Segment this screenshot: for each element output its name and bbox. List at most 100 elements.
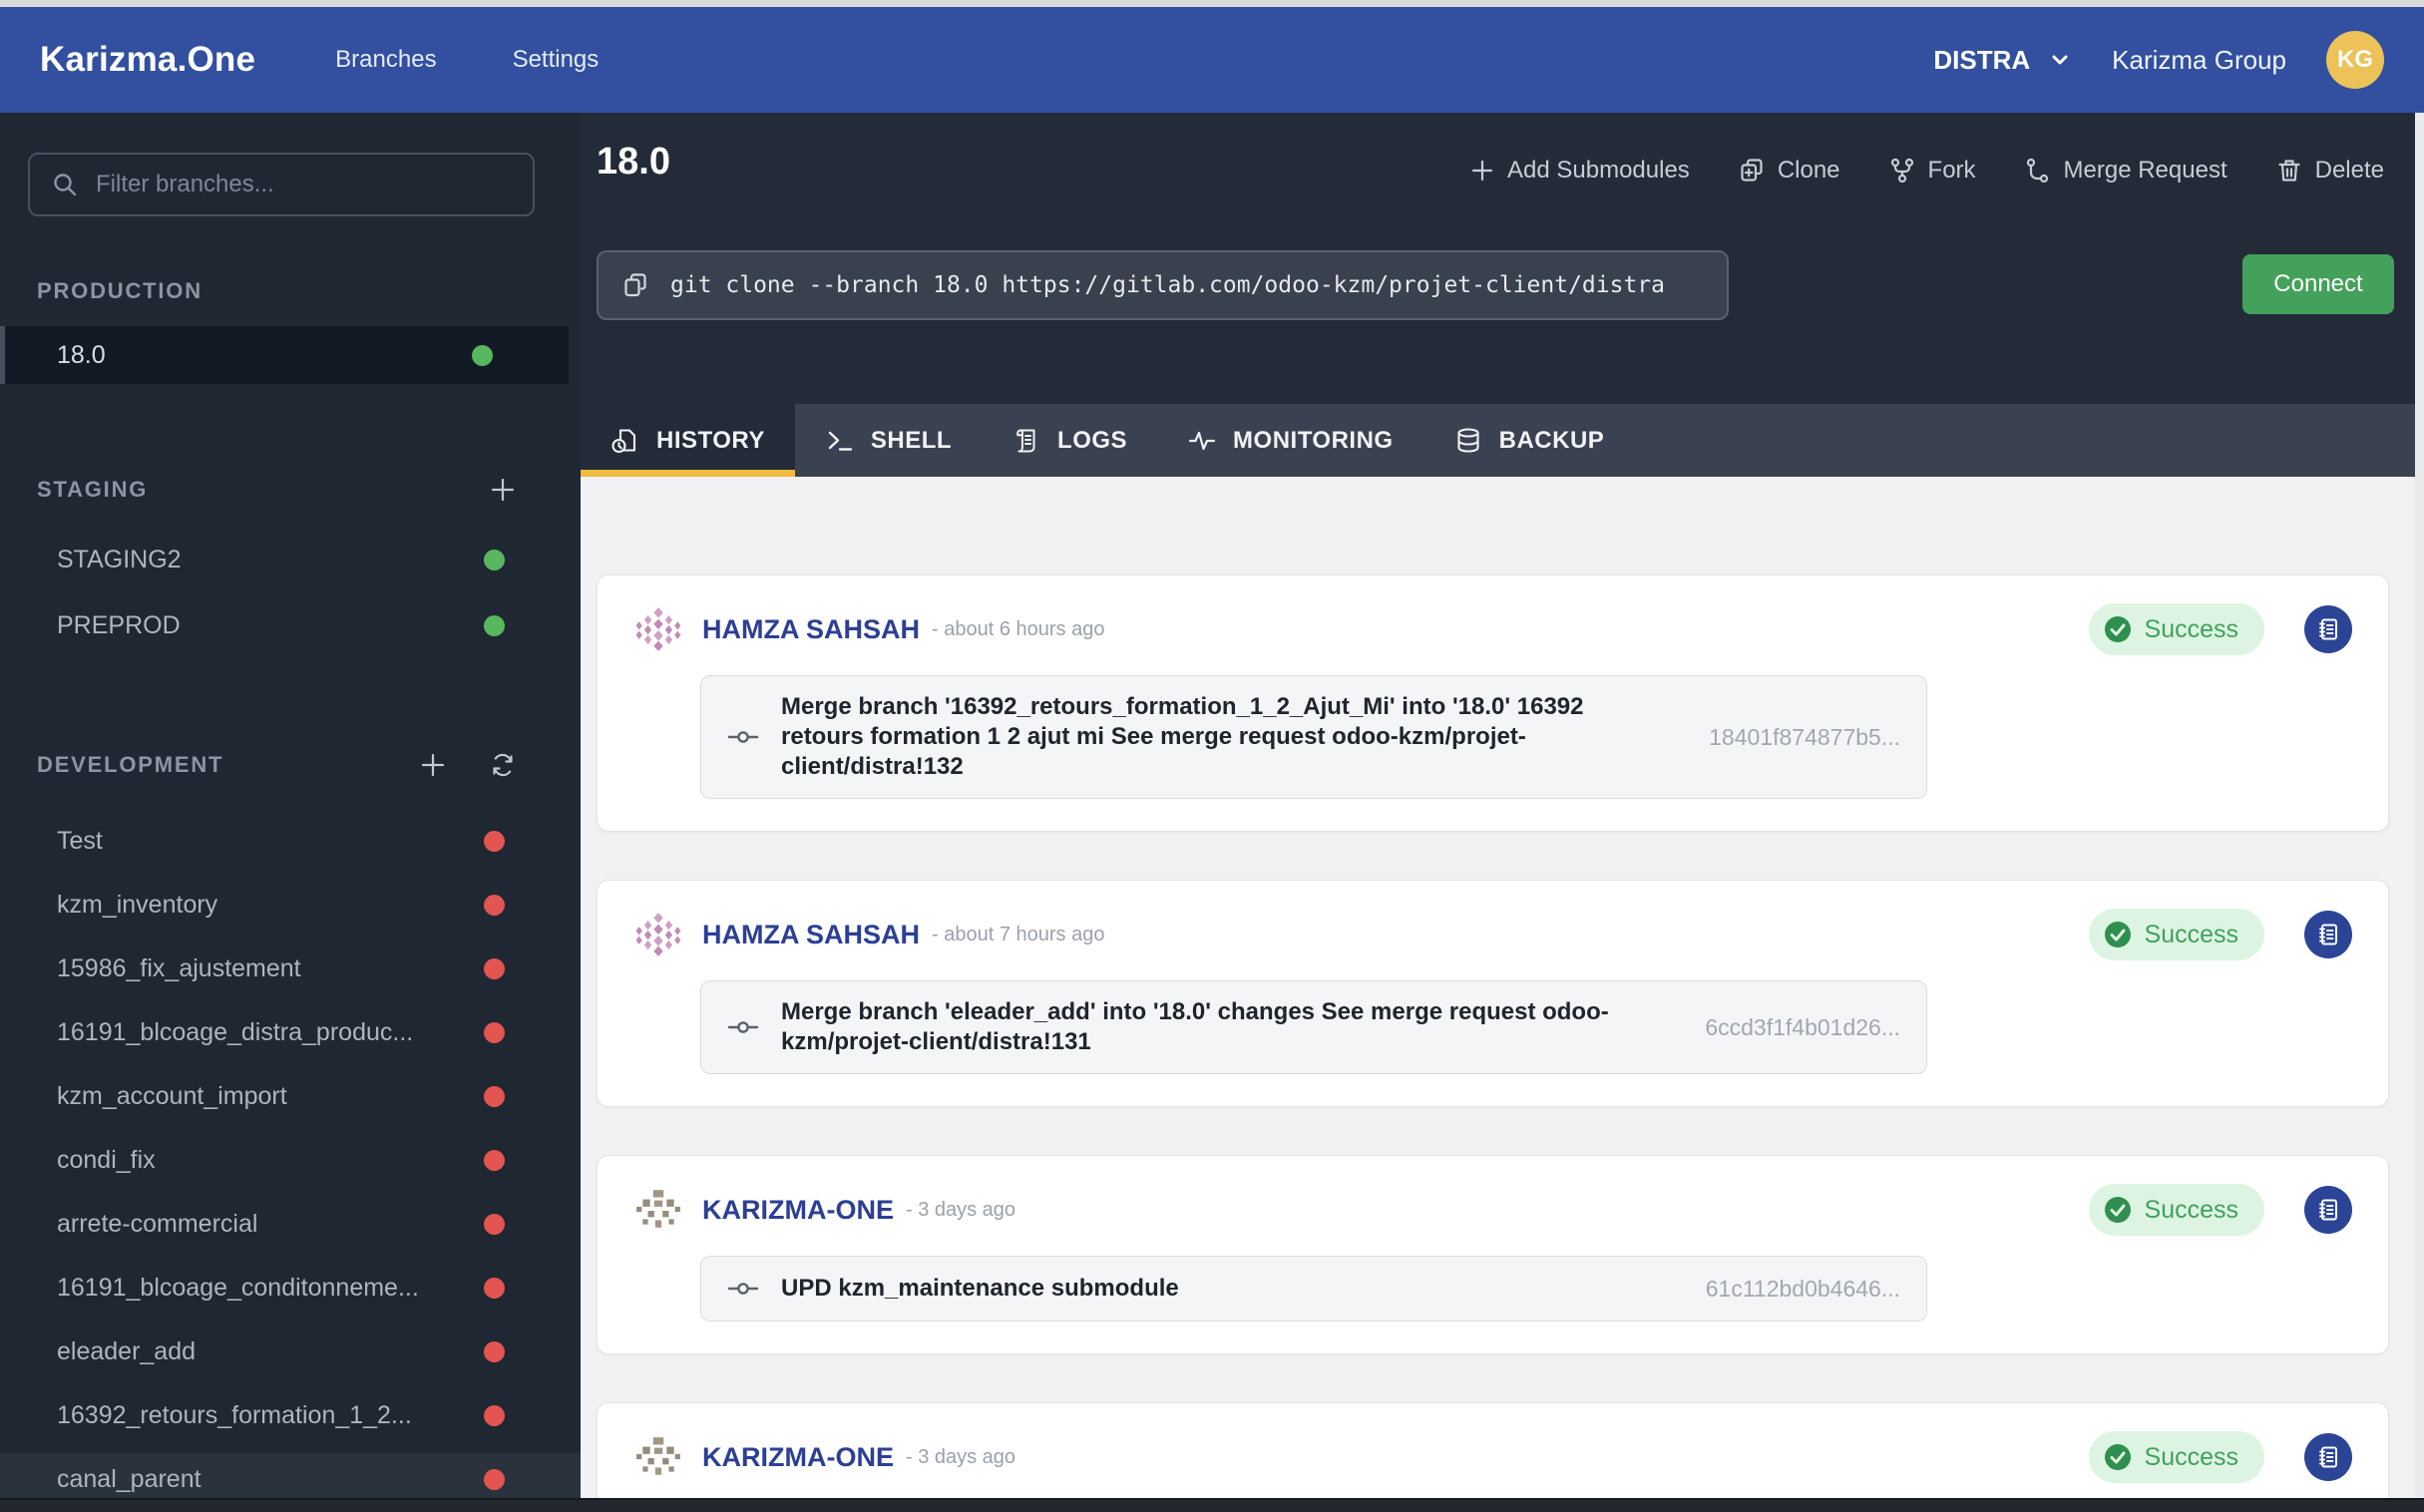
tab-label: BACKUP — [1498, 426, 1605, 454]
commit-card-header: KARIZMA-ONE - 3 days ago Success — [634, 1184, 2352, 1236]
check-circle-icon — [2103, 1195, 2133, 1225]
commit-icon — [727, 1273, 759, 1305]
user-avatar[interactable]: KG — [2326, 31, 2384, 89]
build-status-badge: Success — [2088, 909, 2264, 960]
branch-name: 16191_blcoage_distra_produc... — [57, 1017, 414, 1046]
fork-icon — [1888, 157, 1916, 185]
sidebar-branch-row[interactable]: 18.0 — [0, 326, 569, 384]
section-production-label: PRODUCTION — [37, 278, 202, 303]
development-branch-list: Test kzm_inventory 15986_fix_ajustement … — [0, 815, 581, 1498]
branch-status-dot — [484, 614, 505, 636]
group-name: Karizma Group — [2112, 44, 2286, 75]
commit-card-header: KARIZMA-ONE - 3 days ago Success — [634, 1431, 2352, 1483]
commit-timestamp: - 3 days ago — [905, 1445, 1016, 1468]
project-name: DISTRA — [1933, 44, 2031, 75]
sidebar-branch-row[interactable]: 16191_blcoage_distra_produc... — [0, 1006, 581, 1058]
fork-button[interactable]: Fork — [1888, 157, 1976, 185]
section-development: DEVELOPMENT — [0, 751, 581, 779]
commit-card: KARIZMA-ONE - 3 days ago Success Add sub… — [597, 1402, 2389, 1512]
sidebar-branch-row[interactable]: eleader_add — [0, 1325, 581, 1377]
build-status-badge: Success — [2088, 1184, 2264, 1236]
branch-status-dot — [484, 1085, 505, 1107]
filter-branches-box[interactable] — [28, 153, 535, 216]
tab-label: HISTORY — [656, 426, 765, 454]
branch-name: condi_fix — [57, 1145, 156, 1174]
app-logo[interactable]: Karizma.One — [40, 40, 255, 80]
project-switcher[interactable]: DISTRA — [1933, 45, 2072, 76]
branch-status-dot — [484, 1404, 505, 1426]
copy-icon[interactable] — [620, 270, 650, 300]
delete-button[interactable]: Delete — [2275, 157, 2384, 185]
clone-button[interactable]: Clone — [1738, 157, 1840, 185]
commit-card: HAMZA SAHSAH - about 6 hours ago Success… — [597, 574, 2389, 832]
sidebar-branch-row[interactable]: kzm_account_import — [0, 1070, 581, 1122]
main-panel: 18.0 Add Submodules Clone Fork Merge Req… — [581, 113, 2424, 1512]
filter-branches-input[interactable] — [96, 171, 511, 198]
sidebar-branch-row[interactable]: STAGING2 — [0, 534, 581, 585]
refresh-branches-icon[interactable] — [489, 751, 517, 779]
add-development-branch-icon[interactable] — [419, 751, 447, 779]
build-log-button[interactable] — [2304, 1433, 2352, 1481]
sidebar-branch-row[interactable]: Test — [0, 815, 581, 867]
commit-author-name[interactable]: HAMZA SAHSAH — [702, 614, 920, 645]
commit-author-avatar — [634, 1433, 682, 1481]
commit-timestamp: - 3 days ago — [905, 1198, 1016, 1221]
branch-name: 16191_blcoage_conditonneme... — [57, 1273, 419, 1302]
build-log-button[interactable] — [2304, 1186, 2352, 1234]
commit-author-name[interactable]: HAMZA SAHSAH — [702, 920, 920, 950]
terminal-icon — [825, 426, 855, 456]
sidebar-branch-row[interactable]: 16191_blcoage_conditonneme... — [0, 1262, 581, 1314]
commit-message-box[interactable]: Merge branch '16392_retours_formation_1_… — [700, 675, 1927, 799]
commit-hash[interactable]: 18401f874877b5... — [1709, 724, 1900, 751]
tab-history[interactable]: HISTORY — [581, 404, 795, 477]
trash-icon — [2275, 157, 2303, 185]
sidebar-branch-row[interactable]: 16392_retours_formation_1_2... — [0, 1389, 581, 1441]
scrollbar-gutter[interactable] — [2415, 113, 2424, 1498]
production-branch-list: 18.0 — [0, 326, 581, 384]
tab-shell[interactable]: SHELL — [795, 404, 982, 477]
check-circle-icon — [2103, 920, 2133, 949]
nav-links: Branches Settings — [335, 46, 599, 74]
nav-item-settings[interactable]: Settings — [513, 46, 600, 74]
sidebar-branch-row[interactable]: 15986_fix_ajustement — [0, 943, 581, 994]
sidebar-branch-row[interactable]: kzm_inventory — [0, 879, 581, 931]
commit-message-box[interactable]: Merge branch 'eleader_add' into '18.0' c… — [700, 980, 1927, 1074]
commit-card-header: HAMZA SAHSAH - about 7 hours ago Success — [634, 909, 2352, 960]
build-log-button[interactable] — [2304, 911, 2352, 958]
nav-item-branches[interactable]: Branches — [335, 46, 436, 74]
merge-request-button[interactable]: Merge Request — [2024, 157, 2227, 185]
git-clone-command: git clone --branch 18.0 https://gitlab.c… — [670, 272, 1665, 298]
clone-icon — [1738, 157, 1766, 185]
tab-monitoring[interactable]: MONITORING — [1157, 404, 1423, 477]
commit-hash[interactable]: 61c112bd0b4646... — [1706, 1276, 1900, 1303]
tab-backup[interactable]: BACKUP — [1423, 404, 1635, 477]
branch-status-dot — [484, 1340, 505, 1362]
branch-name: 15986_fix_ajustement — [57, 953, 301, 982]
build-status-badge: Success — [2088, 603, 2264, 655]
commit-hash[interactable]: 6ccd3f1f4b01d26... — [1705, 1014, 1900, 1041]
branch-status-dot — [484, 1213, 505, 1235]
branch-name: STAGING2 — [57, 545, 182, 573]
build-status-text: Success — [2144, 614, 2238, 643]
commit-author-name[interactable]: KARIZMA-ONE — [702, 1195, 894, 1226]
commit-message-box[interactable]: UPD kzm_maintenance submodule 61c112bd0b… — [700, 1256, 1927, 1322]
build-log-button[interactable] — [2304, 605, 2352, 653]
branch-actions: Add Submodules Clone Fork Merge Request … — [1469, 157, 2384, 185]
add-staging-branch-icon[interactable] — [489, 476, 517, 504]
tab-label: LOGS — [1057, 426, 1128, 454]
tab-logs[interactable]: LOGS — [982, 404, 1157, 477]
branches-sidebar: PRODUCTION 18.0 STAGING STAGING2 PREPROD… — [0, 113, 581, 1498]
section-production: PRODUCTION — [0, 278, 581, 304]
add-submodules-button[interactable]: Add Submodules — [1469, 157, 1690, 185]
commit-card-header: HAMZA SAHSAH - about 6 hours ago Success — [634, 603, 2352, 655]
commit-icon — [727, 1011, 759, 1043]
commit-author-name[interactable]: KARIZMA-ONE — [702, 1442, 894, 1473]
connect-button[interactable]: Connect — [2242, 254, 2394, 314]
action-label: Clone — [1777, 157, 1840, 184]
sidebar-branch-row[interactable]: condi_fix — [0, 1134, 581, 1186]
git-clone-command-box[interactable]: git clone --branch 18.0 https://gitlab.c… — [597, 250, 1729, 320]
sidebar-branch-row[interactable]: canal_parent — [0, 1453, 581, 1498]
sidebar-branch-row[interactable]: arrete-commercial — [0, 1198, 581, 1250]
search-icon — [52, 172, 78, 197]
sidebar-branch-row[interactable]: PREPROD — [0, 599, 581, 651]
